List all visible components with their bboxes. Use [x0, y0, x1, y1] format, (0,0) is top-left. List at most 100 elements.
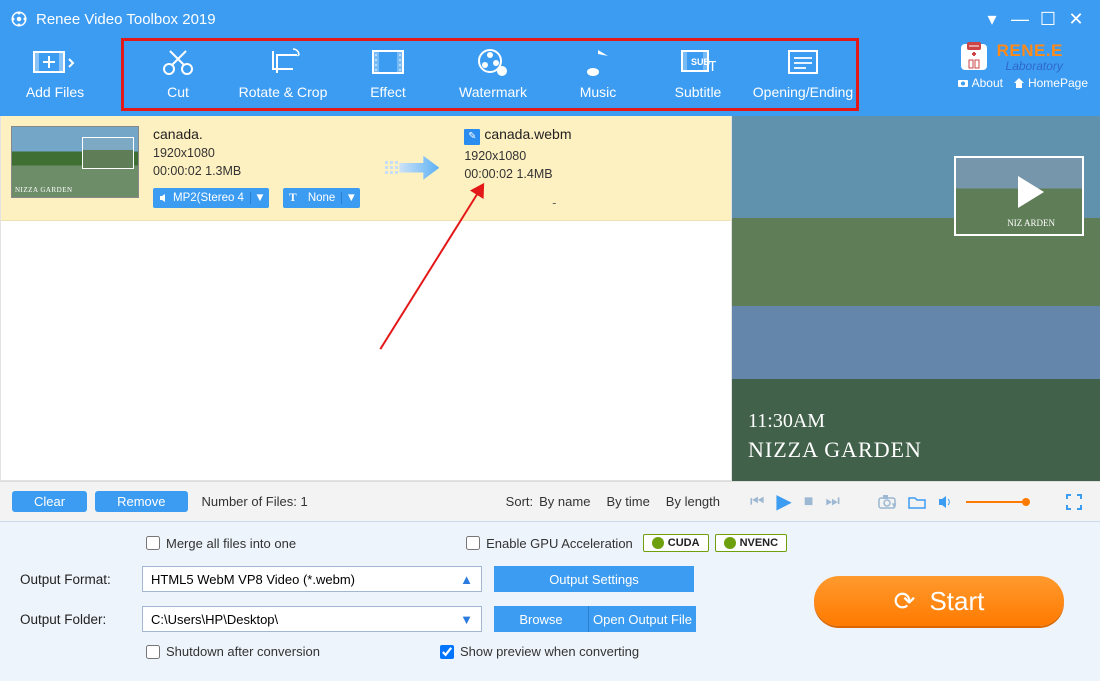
- maximize-button[interactable]: ☐: [1034, 5, 1062, 33]
- add-files-button[interactable]: Add Files: [0, 38, 110, 100]
- refresh-icon: ⟳: [894, 586, 916, 617]
- open-folder-button[interactable]: [908, 495, 926, 509]
- next-button[interactable]: ⏭: [825, 493, 839, 511]
- sort-by-length[interactable]: By length: [666, 494, 720, 509]
- out-name-text: canada.webm: [484, 126, 571, 142]
- output-dash: -: [464, 191, 644, 210]
- rotate-crop-button[interactable]: Rotate & Crop: [228, 38, 338, 100]
- cuda-badge: CUDA: [643, 534, 709, 552]
- output-format-value: HTML5 WebM VP8 Video (*.webm): [151, 572, 355, 587]
- add-files-label: Add Files: [0, 84, 110, 100]
- camera-icon: [957, 77, 969, 89]
- rotate-label: Rotate & Crop: [228, 84, 338, 100]
- audio-sel-text: MP2(Stereo 4: [173, 192, 244, 204]
- gpu-checkbox[interactable]: Enable GPU Acceleration: [466, 536, 633, 551]
- output-format-select[interactable]: HTML5 WebM VP8 Video (*.webm)▲: [142, 566, 482, 592]
- about-label: About: [972, 76, 1003, 90]
- watermark-label: Watermark: [438, 84, 548, 100]
- crop-icon: [228, 44, 338, 80]
- sort-label: Sort:: [506, 494, 533, 509]
- music-button[interactable]: Music: [548, 38, 648, 100]
- effect-button[interactable]: Effect: [338, 38, 438, 100]
- brand-logo-icon: [957, 40, 991, 74]
- about-link[interactable]: About: [957, 76, 1003, 90]
- opening-label: Opening/Ending: [748, 84, 858, 100]
- file-row[interactable]: canada. 1920x1080 00:00:02 1.3MB MP2(Ste…: [1, 116, 731, 221]
- thumbnail-overlay: [82, 137, 134, 169]
- output-duration-size: 00:00:02 1.4MB: [464, 167, 644, 181]
- fullscreen-button[interactable]: [1066, 494, 1082, 510]
- main-toolbar: Add Files Cut Rotate & Crop Effect Water…: [0, 38, 1100, 116]
- prev-button[interactable]: ⏮: [750, 493, 764, 511]
- play-button[interactable]: ▶: [776, 489, 791, 514]
- watermark-button[interactable]: Watermark: [438, 38, 548, 100]
- nvenc-text: NVENC: [740, 537, 779, 549]
- opening-ending-button[interactable]: Opening/Ending: [748, 38, 858, 100]
- preview-time-overlay: 11:30AM: [748, 410, 825, 433]
- play-overlay-icon: [1018, 176, 1044, 208]
- svg-text:T: T: [708, 58, 716, 75]
- gpu-label: Enable GPU Acceleration: [486, 536, 633, 551]
- file-list: canada. 1920x1080 00:00:02 1.3MB MP2(Ste…: [0, 116, 732, 481]
- subtitle-label: Subtitle: [648, 84, 748, 100]
- clear-button[interactable]: Clear: [12, 491, 87, 512]
- scissors-icon: [128, 44, 228, 80]
- volume-button[interactable]: [938, 495, 954, 509]
- minimize-button[interactable]: —: [1006, 5, 1034, 33]
- sub-sel-text: None: [308, 192, 336, 204]
- remove-button[interactable]: Remove: [95, 491, 187, 512]
- list-icon: [748, 44, 858, 80]
- watermark-icon: [438, 44, 548, 80]
- volume-slider[interactable]: [966, 501, 1026, 503]
- preview-title-overlay: NIZZA GARDEN: [748, 437, 922, 463]
- player-controls: ⏮ ▶ ■ ⏭ ▾: [732, 481, 1100, 521]
- home-icon: [1013, 77, 1025, 89]
- app-logo-icon: [10, 10, 28, 28]
- audio-track-selector[interactable]: MP2(Stereo 4▼: [153, 188, 269, 208]
- output-settings-button[interactable]: Output Settings: [494, 566, 694, 592]
- dropdown-menu-button[interactable]: ▾: [978, 5, 1006, 33]
- merge-checkbox[interactable]: Merge all files into one: [146, 536, 296, 551]
- close-button[interactable]: ✕: [1062, 5, 1090, 33]
- cut-label: Cut: [128, 84, 228, 100]
- speaker-icon: [159, 193, 169, 203]
- output-folder-value: C:\Users\HP\Desktop\: [151, 612, 278, 627]
- preview-video[interactable]: NIZ ARDEN 11:30AM NIZZA GARDEN: [732, 116, 1100, 481]
- shutdown-checkbox[interactable]: Shutdown after conversion: [146, 644, 320, 659]
- sort-by-name[interactable]: By name: [539, 494, 590, 509]
- browse-button[interactable]: Browse: [494, 606, 588, 632]
- list-action-strip: Clear Remove Number of Files: 1 Sort: By…: [0, 481, 732, 521]
- title-bar: Renee Video Toolbox 2019 ▾ — ☐ ✕: [0, 0, 1100, 38]
- cuda-text: CUDA: [668, 537, 700, 549]
- start-button[interactable]: ⟳ Start: [814, 576, 1064, 626]
- effect-label: Effect: [338, 84, 438, 100]
- nvenc-badge: NVENC: [715, 534, 788, 552]
- sort-by-time[interactable]: By time: [606, 494, 649, 509]
- brand-name: RENE.E: [997, 41, 1063, 61]
- source-resolution: 1920x1080: [153, 146, 360, 160]
- app-title: Renee Video Toolbox 2019: [36, 11, 216, 28]
- edit-icon[interactable]: ✎: [464, 129, 480, 145]
- output-folder-label: Output Folder:: [20, 612, 130, 627]
- open-output-file-button[interactable]: Open Output File: [588, 606, 696, 632]
- cut-button[interactable]: Cut: [128, 38, 228, 100]
- subtitle-button[interactable]: SUBT Subtitle: [648, 38, 748, 100]
- brand-subtitle: Laboratory: [997, 59, 1063, 73]
- conversion-arrow: [382, 126, 442, 210]
- show-preview-checkbox[interactable]: Show preview when converting: [440, 644, 639, 659]
- output-format-label: Output Format:: [20, 572, 130, 587]
- stop-button[interactable]: ■: [804, 493, 814, 511]
- settings-panel: Merge all files into one Enable GPU Acce…: [0, 521, 1100, 681]
- preview-inset-text: NIZ ARDEN: [1007, 218, 1055, 228]
- start-label: Start: [929, 586, 984, 617]
- merge-label: Merge all files into one: [166, 536, 296, 551]
- output-resolution: 1920x1080: [464, 149, 644, 163]
- subtitle-selector[interactable]: T None▼: [283, 188, 360, 208]
- homepage-link[interactable]: HomePage: [1013, 76, 1088, 90]
- snapshot-button[interactable]: ▾: [878, 492, 897, 511]
- output-file-name: ✎canada.webm: [464, 126, 644, 145]
- homepage-label: HomePage: [1028, 76, 1088, 90]
- output-folder-input[interactable]: C:\Users\HP\Desktop\▼: [142, 606, 482, 632]
- show-preview-label: Show preview when converting: [460, 644, 639, 659]
- subtitle-icon: SUBT: [648, 44, 748, 80]
